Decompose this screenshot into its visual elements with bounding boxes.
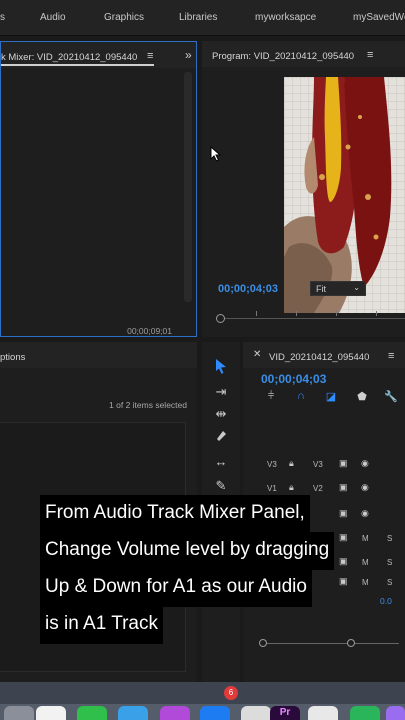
sync-lock-icon[interactable]: ▣	[339, 458, 348, 469]
razor-tool-icon[interactable]	[210, 428, 232, 448]
app-store-icon[interactable]	[200, 706, 230, 720]
lock-icon[interactable]: 🔒︎	[289, 482, 294, 493]
selection-tool-icon[interactable]	[210, 358, 232, 378]
slip-tool-icon[interactable]: ↔	[210, 452, 232, 472]
timeline-tick	[296, 311, 297, 316]
system-app-icon[interactable]	[241, 706, 271, 720]
insert-nest-icon[interactable]: ⫩	[263, 390, 279, 404]
active-tab-underline	[1, 64, 154, 66]
notification-badge: 6	[224, 686, 238, 700]
track-label-source[interactable]: V3	[267, 460, 277, 469]
screen-app-icon[interactable]	[350, 706, 380, 720]
program-video-frame	[284, 77, 405, 313]
track-row-v3: V3 🔒︎ V3 ▣ ◉	[243, 454, 405, 476]
track-select-tool-icon[interactable]: ⇥	[210, 382, 232, 402]
snap-magnet-icon[interactable]: ∩	[293, 390, 309, 404]
ripple-edit-tool-icon[interactable]: ⇹	[210, 404, 232, 424]
double-chevron-right-icon[interactable]: »	[185, 48, 192, 62]
hamburger-menu-icon[interactable]: ≡	[388, 350, 394, 362]
premiere-label: Pr	[279, 707, 291, 718]
project-panel-title[interactable]: ptions	[0, 352, 25, 363]
facetime-app-icon[interactable]	[77, 706, 107, 720]
items-selected-count: 1 of 2 items selected	[109, 400, 187, 410]
timeline-tick	[256, 311, 257, 316]
mute-button[interactable]: M	[362, 534, 369, 543]
zoom-level-value: Fit	[316, 284, 326, 294]
premiere-pro-app-icon[interactable]: Pr	[270, 706, 300, 720]
mouse-cursor-icon	[210, 146, 222, 162]
linked-selection-icon[interactable]: ◪	[323, 390, 339, 404]
hamburger-menu-icon[interactable]: ≡	[147, 50, 153, 62]
playhead-track	[220, 318, 405, 319]
mute-button[interactable]: M	[362, 578, 369, 587]
dock-app-icon[interactable]	[386, 706, 405, 720]
video-frame-image	[284, 77, 405, 313]
timeline-tick	[336, 311, 337, 316]
solo-button[interactable]: S	[387, 534, 392, 543]
workspace-tab-partial[interactable]: s	[0, 12, 5, 23]
zoom-level-select[interactable]: Fit ⌄	[310, 281, 366, 296]
program-panel-title[interactable]: Program: VID_20210412_095440	[212, 51, 354, 62]
workspace-tab-audio[interactable]: Audio	[40, 12, 66, 23]
solo-button[interactable]: S	[387, 558, 392, 567]
solo-button[interactable]: S	[387, 578, 392, 587]
mixer-scrollbar[interactable]	[184, 72, 192, 302]
eye-icon[interactable]: ◉	[361, 458, 369, 469]
master-level-value[interactable]: 0.0	[380, 596, 392, 606]
caption-line: From Audio Track Mixer Panel,	[40, 495, 310, 533]
wrench-icon[interactable]: 🔧	[383, 390, 399, 404]
track-label-target[interactable]: V2	[313, 484, 323, 493]
track-label-target[interactable]: V3	[313, 460, 323, 469]
tutorial-caption: From Audio Track Mixer Panel, Change Vol…	[40, 495, 363, 644]
chrome-app-icon[interactable]	[308, 706, 338, 720]
dock-app-icon[interactable]	[4, 706, 34, 720]
timeline-tick	[376, 311, 377, 316]
sync-lock-icon[interactable]: ▣	[339, 482, 348, 493]
finder-app-icon[interactable]	[118, 706, 148, 720]
hamburger-menu-icon[interactable]: ≡	[367, 49, 373, 61]
close-icon[interactable]: ✕	[253, 349, 261, 360]
timeline-timecode[interactable]: 00;00;04;03	[261, 372, 326, 386]
mixer-panel-title[interactable]: k Mixer: VID_20210412_095440	[1, 52, 137, 63]
playhead-handle[interactable]	[216, 314, 225, 323]
podcasts-app-icon[interactable]	[160, 706, 190, 720]
lock-icon[interactable]: 🔒︎	[289, 458, 294, 469]
project-panel-header: ptions	[0, 342, 197, 368]
track-label-source[interactable]: V1	[267, 484, 277, 493]
caption-line: Up & Down for A1 as our Audio	[40, 569, 312, 607]
chevron-down-icon: ⌄	[353, 283, 360, 292]
workspace-tab-mysavedwo[interactable]: mySavedWo	[353, 12, 405, 23]
caption-line: is in A1 Track	[40, 606, 163, 644]
program-playhead-bar[interactable]	[216, 311, 405, 327]
workspace-tab-libraries[interactable]: Libraries	[179, 12, 217, 23]
pen-tool-icon[interactable]: ✎	[210, 476, 232, 496]
mute-button[interactable]: M	[362, 558, 369, 567]
workspace-tab-myworksapce[interactable]: myworksapce	[255, 12, 316, 23]
workspace-tab-graphics[interactable]: Graphics	[104, 12, 144, 23]
timeline-panel-title[interactable]: VID_20210412_095440	[269, 352, 369, 363]
program-panel-header: Program: VID_20210412_095440 ≡	[202, 41, 405, 67]
eye-icon[interactable]: ◉	[361, 482, 369, 493]
macos-dock: 6 Pr	[0, 682, 405, 720]
caption-line: Change Volume level by dragging	[40, 532, 335, 570]
audio-track-mixer-panel[interactable]: k Mixer: VID_20210412_095440 ≡ » 00;00;0…	[0, 41, 197, 337]
program-timecode[interactable]: 00;00;04;03	[218, 283, 278, 295]
mixer-timecode: 00;00;09;01	[127, 326, 172, 336]
add-marker-icon[interactable]: ⬟	[354, 390, 370, 404]
workspace-tab-bar: s Audio Graphics Libraries myworksapce m…	[0, 0, 405, 36]
timeline-panel-header: ✕ VID_20210412_095440 ≡	[243, 342, 405, 368]
photos-app-icon[interactable]	[36, 706, 66, 720]
program-monitor-panel[interactable]: Program: VID_20210412_095440 ≡ 00;00;04;…	[202, 41, 405, 337]
